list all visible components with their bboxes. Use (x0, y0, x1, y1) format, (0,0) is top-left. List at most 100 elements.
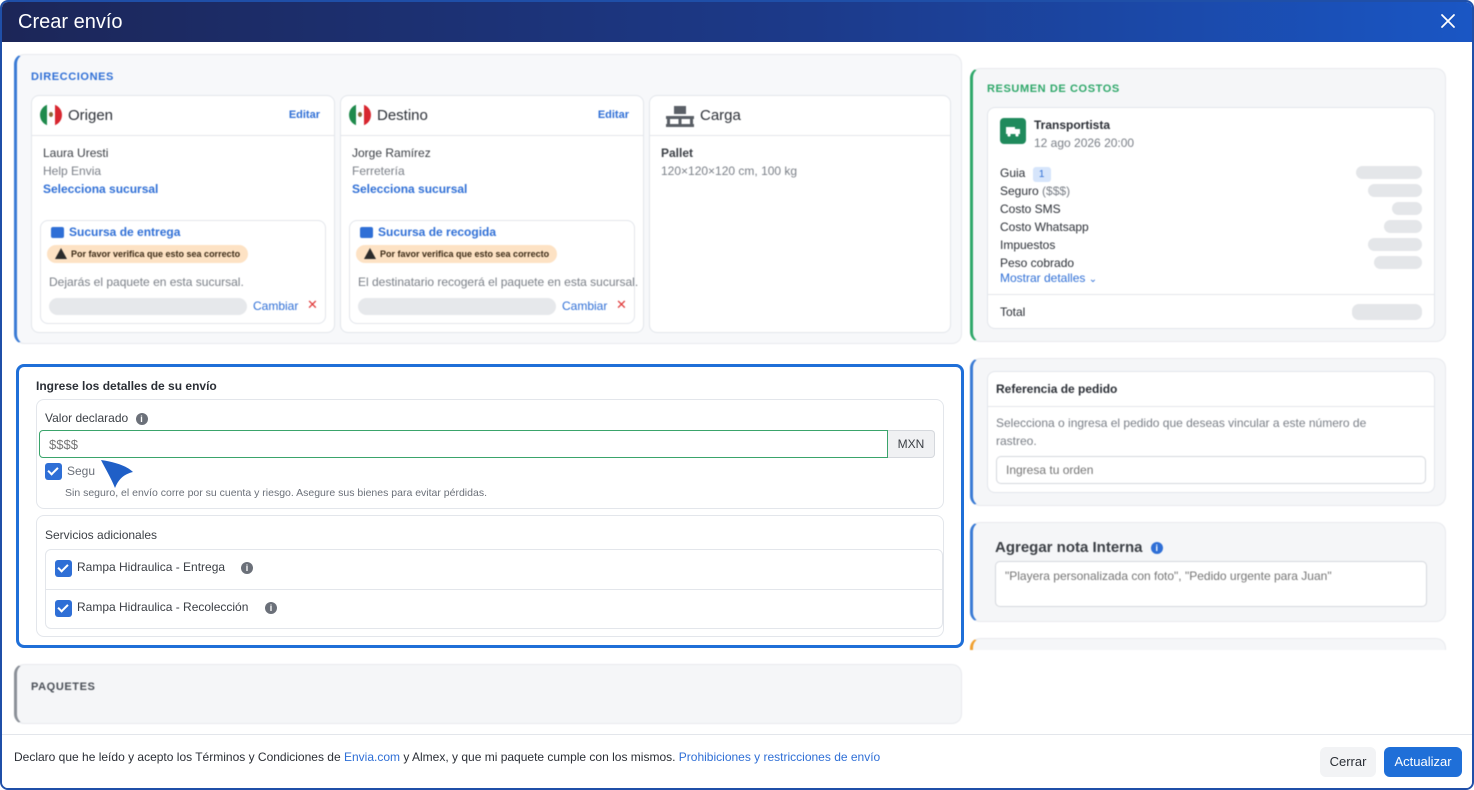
destino-branch-desc: El destinatario recogerá el paquete en e… (358, 275, 639, 289)
info-icon[interactable]: i (1150, 542, 1163, 555)
services-list: Rampa Hidraulica - Entrega i Rampa Hidra… (45, 549, 943, 629)
destino-warning-badge: Por favor verifica que esto sea correcto (356, 245, 558, 263)
whatsapp-label: Costo Whatsapp (1000, 220, 1089, 234)
origen-title: Origen (68, 107, 114, 124)
carrier-name: Transportista (1034, 118, 1111, 132)
destino-title: Destino (377, 107, 428, 124)
destino-warning-text: Por favor verifica que esto sea correcto (380, 249, 550, 259)
origen-edit-link[interactable]: Editar (289, 109, 320, 121)
direcciones-section: DIRECCIONES Origen Editar Laura Uresti H… (14, 54, 962, 344)
seguro-amount-placeholder (1368, 184, 1422, 197)
warning-icon (364, 248, 376, 259)
service-checkbox[interactable] (55, 600, 72, 617)
origen-name: Laura Uresti (43, 146, 109, 160)
origen-company: Help Envia (43, 164, 102, 178)
create-shipment-modal: Crear envío DIRECCIONES Origen Editar La… (0, 0, 1474, 790)
info-icon[interactable]: i (135, 412, 148, 425)
next-section-peek (970, 638, 1446, 650)
service-row[interactable]: Rampa Hidraulica - Entrega i (46, 550, 942, 590)
origen-change-link[interactable]: Cambiar (253, 299, 298, 313)
destino-remove-icon[interactable]: ✕ (616, 297, 627, 313)
order-reference-input[interactable] (996, 456, 1426, 484)
declared-value-label: Valor declarado i (45, 411, 148, 425)
carga-title: Carga (700, 107, 741, 124)
service-label: Rampa Hidraulica - Entrega (77, 560, 226, 574)
service-label: Rampa Hidraulica - Recolección (77, 600, 249, 614)
origen-branch-select[interactable] (49, 298, 247, 315)
cost-summary-section: RESUMEN DE COSTOS Transportista 12 ago 2… (970, 68, 1446, 342)
store-icon (51, 227, 64, 238)
declared-value-input[interactable] (39, 430, 888, 458)
paquetes-section: PAQUETES (14, 664, 962, 724)
carga-header: Carga (650, 96, 950, 136)
origen-remove-icon[interactable]: ✕ (307, 297, 318, 313)
guia-amount-placeholder (1356, 166, 1422, 179)
destino-name: Jorge Ramírez (352, 146, 431, 160)
carga-card: Carga Pallet 120×120×120 cm, 100 kg (649, 95, 951, 333)
envia-link[interactable]: Envia.com (344, 750, 400, 764)
paquetes-label: PAQUETES (31, 681, 96, 693)
destino-branch-title: Sucursa de recogida (378, 225, 497, 239)
impuestos-label: Impuestos (1000, 238, 1056, 252)
peso-amount-placeholder (1374, 256, 1422, 269)
internal-note-textarea[interactable] (995, 561, 1427, 607)
store-icon (360, 227, 373, 238)
order-reference-divider (988, 406, 1434, 407)
mexico-flag-icon (349, 104, 371, 126)
modal-title: Crear envío (18, 11, 123, 33)
order-reference-section: Referencia de pedido Selecciona o ingres… (970, 358, 1446, 506)
close-icon[interactable] (1438, 11, 1458, 31)
peso-label: Peso cobrado (1000, 256, 1075, 270)
warning-icon (55, 248, 67, 259)
origen-warning-badge: Por favor verifica que esto sea correcto (47, 245, 249, 263)
origen-card: Origen Editar Laura Uresti Help Envia Se… (31, 95, 335, 333)
info-icon[interactable]: i (265, 602, 277, 614)
show-details-link[interactable]: Mostrar detalles ⌄ (1000, 271, 1097, 285)
additional-services-box: Servicios adicionales Rampa Hidraulica -… (36, 515, 944, 637)
info-icon[interactable]: i (241, 562, 253, 574)
order-reference-card: Referencia de pedido Selecciona o ingres… (987, 371, 1435, 493)
order-reference-desc-1: Selecciona o ingresa el pedido que desea… (996, 416, 1367, 430)
summary-divider (988, 294, 1434, 295)
origen-branch-card: Sucursa de entrega Por favor verifica qu… (40, 220, 326, 324)
guia-count-badge: 1 (1032, 167, 1051, 182)
shipment-details-panel: Ingrese los detalles de su envío Valor d… (16, 364, 964, 648)
destino-branch-select[interactable] (358, 298, 556, 315)
total-amount-placeholder (1352, 304, 1422, 320)
destino-select-branch-link[interactable]: Selecciona sucursal (352, 182, 467, 196)
actualizar-button[interactable]: Actualizar (1384, 747, 1462, 777)
modal-footer: Declaro que he leído y acepto los Términ… (2, 734, 1472, 788)
destino-edit-link[interactable]: Editar (598, 109, 629, 121)
insurance-checkbox[interactable] (45, 463, 62, 480)
service-checkbox[interactable] (55, 560, 72, 577)
mexico-flag-icon (40, 104, 62, 126)
destino-header: Destino Editar (341, 96, 643, 136)
declared-value-box: Valor declarado i MXN Segu Sin seguro, e… (36, 399, 944, 509)
origen-branch-title: Sucursa de entrega (69, 225, 181, 239)
truck-icon (1000, 118, 1026, 144)
total-label: Total (1000, 305, 1026, 319)
pallet-icon (666, 106, 694, 127)
whatsapp-amount-placeholder (1384, 220, 1422, 233)
seguro-label: Seguro (1000, 184, 1039, 198)
destino-change-link[interactable]: Cambiar (562, 299, 607, 313)
direcciones-label: DIRECCIONES (31, 71, 114, 83)
internal-note-title: Agregar nota Interna (995, 539, 1143, 556)
origen-branch-desc: Dejarás el paquete en esta sucursal. (49, 275, 244, 289)
origen-select-branch-link[interactable]: Selecciona sucursal (43, 182, 158, 196)
cursor-pointer-icon (101, 460, 133, 488)
insurance-label: Segu (67, 464, 96, 478)
details-heading: Ingrese los detalles de su envío (36, 379, 217, 393)
carrier-date: 12 ago 2026 20:00 (1034, 136, 1135, 150)
origen-header: Origen Editar (32, 96, 334, 136)
terms-text-2: y Almex, y que mi paquete cumple con los… (400, 750, 679, 764)
cost-summary-card: Transportista 12 ago 2026 20:00 Guia 1 S… (987, 107, 1435, 329)
destino-company: Ferretería (352, 164, 405, 178)
services-label: Servicios adicionales (45, 528, 158, 542)
currency-addon: MXN (888, 430, 935, 458)
seguro-row: Seguro ($$$) (1000, 184, 1070, 198)
restrictions-link[interactable]: Prohibiciones y restricciones de envío (679, 750, 880, 764)
service-row[interactable]: Rampa Hidraulica - Recolección i (46, 590, 942, 629)
show-details-text: Mostrar detalles (1000, 271, 1086, 285)
cerrar-button[interactable]: Cerrar (1320, 747, 1376, 777)
